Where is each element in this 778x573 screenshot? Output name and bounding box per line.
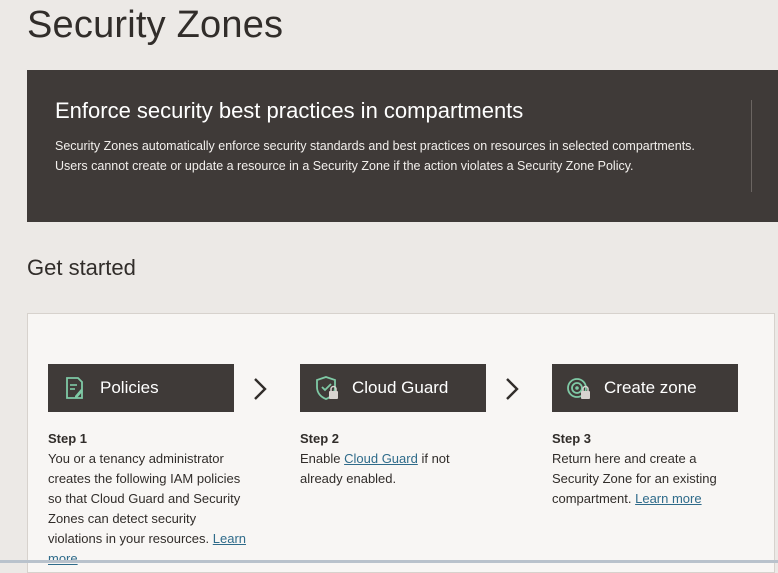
banner-heading: Enforce security best practices in compa… — [55, 98, 524, 123]
get-started-card: Policies Cloud Guard Create zone Step 1 … — [27, 313, 775, 573]
chevron-right-icon — [254, 378, 267, 400]
step-text: Enable — [300, 451, 341, 466]
zone-lock-icon — [567, 378, 590, 399]
banner-description: Security Zones automatically enforce sec… — [55, 139, 695, 173]
cloud-guard-button[interactable]: Cloud Guard — [300, 364, 486, 412]
step-label: Step 1 — [48, 431, 88, 446]
step-2-description: Step 2 Enable Cloud Guard if not already… — [300, 429, 490, 489]
step-1-description: Step 1 You or a tenancy administrator cr… — [48, 429, 248, 569]
policies-button-label: Policies — [100, 378, 159, 397]
page-title: Security Zones — [27, 4, 284, 46]
cloud-guard-link[interactable]: Cloud Guard — [344, 451, 418, 466]
info-banner: Enforce security best practices in compa… — [27, 70, 778, 222]
policy-document-icon — [66, 377, 83, 399]
create-zone-button[interactable]: Create zone — [552, 364, 738, 412]
banner-divider — [751, 100, 752, 192]
create-zone-button-label: Create zone — [604, 378, 697, 397]
step-label: Step 2 — [300, 431, 340, 446]
shield-lock-icon — [316, 376, 338, 400]
step-text: You or a tenancy administrator creates t… — [48, 451, 241, 546]
step-label: Step 3 — [552, 431, 592, 446]
learn-more-link[interactable]: Learn more — [635, 491, 701, 506]
get-started-title: Get started — [27, 255, 136, 280]
step-3-description: Step 3 Return here and create a Security… — [552, 429, 742, 509]
cloud-guard-button-label: Cloud Guard — [352, 378, 449, 397]
policies-button[interactable]: Policies — [48, 364, 234, 412]
chevron-right-icon — [506, 378, 519, 400]
